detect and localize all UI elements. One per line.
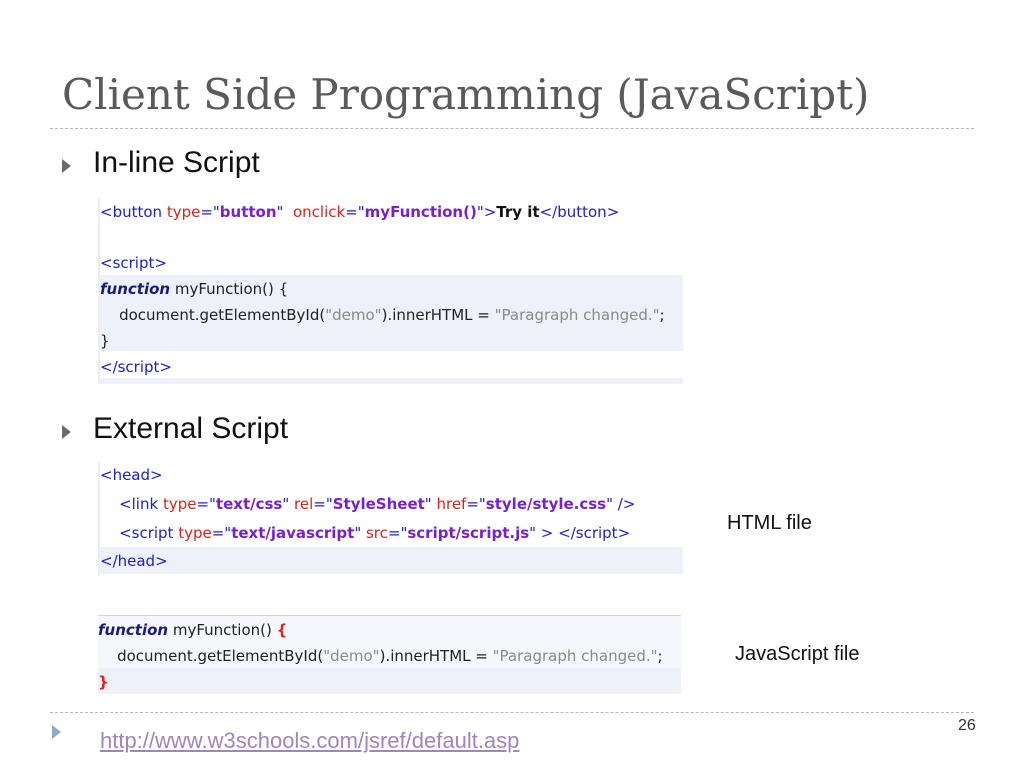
code-token: function [98, 621, 169, 639]
code-token: ).innerHTML = [379, 647, 493, 665]
code-token: { [276, 621, 288, 639]
bullet-triangle-icon [62, 425, 71, 439]
code-token: myFunction() { [170, 280, 289, 298]
code-token: "demo" [325, 306, 382, 324]
code-token: } [100, 332, 110, 350]
code-token: script/script.js [407, 524, 530, 542]
code-token: <button [100, 203, 167, 221]
code-token: <script> [100, 254, 167, 272]
bullet-external-script: External Script [93, 412, 289, 445]
footer-divider [50, 712, 974, 713]
code-token: StyleSheet [332, 495, 425, 513]
code-token: myFunction() [168, 621, 277, 639]
code-token: <script [100, 524, 179, 542]
code-token: =" [466, 495, 486, 513]
footer-triangle-icon [52, 725, 61, 739]
code-token: } [98, 673, 109, 691]
code-token: </button> [539, 203, 620, 221]
code-block-html: <head> <link type="text/css" rel="StyleS… [98, 462, 683, 576]
code-token: =" [200, 203, 220, 221]
code-token: rel [294, 495, 314, 513]
code-line: document.getElementById("demo").innerHTM… [98, 647, 663, 665]
code-token: "Paragraph changed." [494, 306, 660, 324]
code-token: button [219, 203, 277, 221]
code-block-inline: <button type="button" onclick="myFunctio… [98, 198, 683, 384]
code-token: type [166, 203, 201, 221]
w3schools-link[interactable]: http://www.w3schools.com/jsref/default.a… [100, 728, 519, 754]
code-token: =" [211, 524, 232, 542]
code-token: ).innerHTML = [381, 306, 495, 324]
code-token: function [100, 280, 171, 298]
code-token: =" [387, 524, 408, 542]
code-token: </script> [100, 358, 172, 376]
code-line: <link type="text/css" rel="StyleSheet" h… [100, 495, 635, 513]
line-highlight [98, 668, 681, 694]
code-token: " > </script> [529, 524, 631, 542]
code-line: <script> [100, 254, 167, 272]
code-line: <button type="button" onclick="myFunctio… [100, 203, 619, 221]
page-number: 26 [958, 717, 976, 734]
code-block-js: function myFunction() { document.getElem… [98, 615, 681, 694]
line-highlight [100, 378, 683, 384]
code-token: " [424, 495, 437, 513]
js-file-label: JavaScript file [735, 643, 860, 665]
code-token: =" [313, 495, 333, 513]
code-line: </head> [100, 552, 168, 570]
code-token: ; [657, 647, 663, 665]
code-token: "Paragraph changed." [492, 647, 658, 665]
code-token: </head> [100, 552, 168, 570]
code-token: " [276, 203, 293, 221]
code-token: text/css [215, 495, 283, 513]
code-token: myFunction() [364, 203, 477, 221]
code-token: href [436, 495, 467, 513]
code-token: type [162, 495, 197, 513]
code-token: Try it [496, 203, 540, 221]
code-token: " /> [606, 495, 636, 513]
code-token: "demo" [323, 647, 380, 665]
code-line: } [98, 673, 109, 691]
code-token: <link [100, 495, 163, 513]
code-line: </script> [100, 358, 172, 376]
code-token: =" [345, 203, 365, 221]
code-token: " [282, 495, 295, 513]
code-token: type [178, 524, 212, 542]
code-token: document.getElementById( [98, 647, 324, 665]
code-line: <head> [100, 466, 163, 484]
bullet-triangle-icon [62, 159, 71, 173]
html-file-label: HTML file [727, 512, 812, 534]
line-highlight [100, 547, 683, 574]
code-token: " [354, 524, 366, 542]
code-line: function myFunction() { [98, 621, 287, 639]
code-token: =" [196, 495, 216, 513]
code-token: style/style.css [485, 495, 607, 513]
code-token: document.getElementById( [100, 306, 326, 324]
slide-title: Client Side Programming (JavaScript) [62, 70, 870, 119]
code-token: <head> [100, 466, 163, 484]
bullet-inline-script: In-line Script [93, 146, 260, 179]
code-token: ; [659, 306, 665, 324]
code-token: text/javascript [231, 524, 355, 542]
code-token: "> [476, 203, 497, 221]
code-line: function myFunction() { [100, 280, 288, 298]
code-line: document.getElementById("demo").innerHTM… [100, 306, 665, 324]
code-token: onclick [292, 203, 346, 221]
code-token: src [365, 524, 388, 542]
code-line: } [100, 332, 110, 350]
code-line: <script type="text/javascript" src="scri… [100, 524, 630, 542]
title-divider [50, 128, 974, 129]
